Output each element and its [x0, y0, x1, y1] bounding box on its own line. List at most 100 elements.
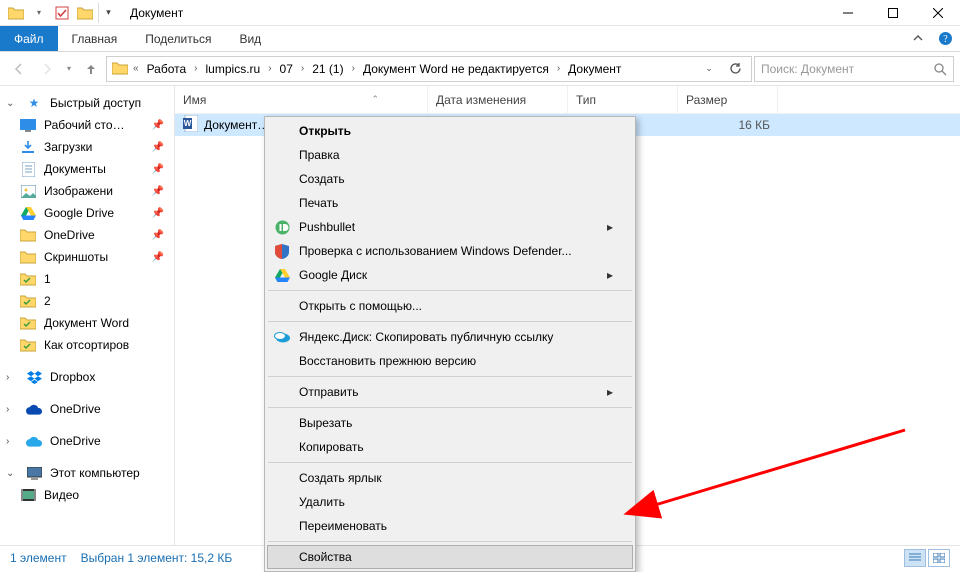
menu-open-with[interactable]: Открыть с помощью... — [267, 294, 633, 318]
svg-text:W: W — [184, 119, 192, 128]
pin-icon: 📌 — [152, 252, 164, 263]
menu-create[interactable]: Создать — [267, 167, 633, 191]
menu-defender[interactable]: Проверка с использованием Windows Defend… — [267, 239, 633, 263]
qat-overflow-icon[interactable]: ▾ — [98, 3, 118, 23]
breadcrumb[interactable]: lumpics.ru — [202, 57, 265, 81]
pc-icon — [26, 465, 42, 481]
sidebar-item-label: Видео — [44, 488, 79, 502]
chevron-right-icon[interactable]: › — [299, 63, 306, 74]
sidebar-item-screenshots[interactable]: Скриншоты📌 — [0, 246, 174, 268]
close-button[interactable] — [915, 0, 960, 26]
sidebar-dropbox[interactable]: ›Dropbox — [0, 366, 174, 388]
menu-separator — [268, 321, 632, 322]
word-doc-icon: W — [183, 115, 198, 135]
sidebar-item-label: Google Drive — [44, 206, 114, 220]
file-size-cell: 16 КБ — [678, 114, 778, 136]
view-thumbnails-button[interactable] — [928, 549, 950, 567]
menu-shortcut[interactable]: Создать ярлык — [267, 466, 633, 490]
menu-restore[interactable]: Восстановить прежнюю версию — [267, 349, 633, 373]
sidebar-item-pictures[interactable]: Изображени📌 — [0, 180, 174, 202]
pin-icon: 📌 — [152, 208, 164, 219]
ribbon-collapse-icon[interactable] — [906, 26, 930, 51]
column-headers: Имя⌃ Дата изменения Тип Размер — [175, 86, 960, 114]
menu-open[interactable]: Открыть — [267, 119, 633, 143]
menu-rename[interactable]: Переименовать — [267, 514, 633, 538]
properties-icon[interactable] — [52, 3, 72, 23]
folder-check-icon — [20, 315, 36, 331]
pin-icon: 📌 — [152, 142, 164, 153]
menu-pushbullet[interactable]: Pushbullet▸ — [267, 215, 633, 239]
history-dropdown[interactable]: ▾ — [62, 56, 76, 82]
nav-bar: ▾ « Работа› lumpics.ru› 07› 21 (1)› Доку… — [0, 52, 960, 86]
col-name[interactable]: Имя⌃ — [175, 86, 428, 113]
sidebar-quick-access[interactable]: ⌄ ★ Быстрый доступ — [0, 92, 174, 114]
help-icon[interactable]: ? — [930, 26, 960, 51]
tab-home[interactable]: Главная — [58, 26, 132, 51]
menu-delete[interactable]: Удалить — [267, 490, 633, 514]
search-input[interactable]: Поиск: Документ — [754, 56, 954, 82]
sidebar-item-documents[interactable]: Документы📌 — [0, 158, 174, 180]
forward-button[interactable] — [34, 56, 60, 82]
sidebar-item-label: Быстрый доступ — [50, 96, 141, 110]
ribbon-tabs: Файл Главная Поделиться Вид ? — [0, 26, 960, 52]
menu-copy[interactable]: Копировать — [267, 435, 633, 459]
sidebar-item-desktop[interactable]: Рабочий сто…📌 — [0, 114, 174, 136]
chevron-right-icon[interactable]: › — [266, 63, 273, 74]
pushbullet-icon — [273, 218, 291, 236]
star-icon: ★ — [26, 95, 42, 111]
tab-file[interactable]: Файл — [0, 26, 58, 51]
menu-print[interactable]: Печать — [267, 191, 633, 215]
menu-edit[interactable]: Правка — [267, 143, 633, 167]
col-date[interactable]: Дата изменения — [428, 86, 568, 113]
chevron-right-icon[interactable]: › — [350, 63, 357, 74]
qat-dropdown-icon[interactable]: ▾ — [29, 3, 49, 23]
tab-share[interactable]: Поделиться — [131, 26, 225, 51]
up-button[interactable] — [78, 56, 104, 82]
address-bar[interactable]: « Работа› lumpics.ru› 07› 21 (1)› Докуме… — [106, 56, 752, 82]
menu-cut[interactable]: Вырезать — [267, 411, 633, 435]
sidebar-item-folder[interactable]: 1 — [0, 268, 174, 290]
sidebar-onedrive[interactable]: ›OneDrive — [0, 398, 174, 420]
refresh-icon[interactable] — [723, 57, 747, 81]
sidebar-item-downloads[interactable]: Загрузки📌 — [0, 136, 174, 158]
sidebar-item-folder[interactable]: Документ Word — [0, 312, 174, 334]
menu-send-to[interactable]: Отправить▸ — [267, 380, 633, 404]
menu-label: Google Диск — [299, 268, 367, 282]
menu-separator — [268, 290, 632, 291]
menu-separator — [268, 376, 632, 377]
address-dropdown-icon[interactable]: ⌄ — [697, 57, 721, 81]
col-type[interactable]: Тип — [568, 86, 678, 113]
sidebar-onedrive[interactable]: ›OneDrive — [0, 430, 174, 452]
chevron-right-icon[interactable]: › — [555, 63, 562, 74]
folder-check-icon — [20, 271, 36, 287]
breadcrumb[interactable]: Документ — [564, 57, 625, 81]
pin-icon: 📌 — [152, 164, 164, 175]
quick-access-toolbar: ▾ ▾ — [0, 3, 118, 23]
sidebar-item-label: Рабочий сто… — [44, 118, 125, 132]
window-title: Документ — [130, 6, 183, 20]
breadcrumb[interactable]: 07 — [276, 57, 297, 81]
menu-gdrive[interactable]: Google Диск▸ — [267, 263, 633, 287]
folder-small-icon[interactable] — [75, 3, 95, 23]
sidebar-item-gdrive[interactable]: Google Drive 📌 — [0, 202, 174, 224]
back-button[interactable] — [6, 56, 32, 82]
sidebar-item-folder[interactable]: Как отсортиров — [0, 334, 174, 356]
minimize-button[interactable] — [825, 0, 870, 26]
breadcrumb[interactable]: Работа — [143, 57, 191, 81]
tab-view[interactable]: Вид — [225, 26, 275, 51]
context-menu: Открыть Правка Создать Печать Pushbullet… — [264, 116, 636, 572]
breadcrumb[interactable]: 21 (1) — [308, 57, 347, 81]
sidebar-item-label: 1 — [44, 272, 51, 286]
breadcrumb[interactable]: Документ Word не редактируется — [359, 57, 553, 81]
menu-yandex-disk[interactable]: Яндекс.Диск: Скопировать публичную ссылк… — [267, 325, 633, 349]
sidebar-this-pc[interactable]: ⌄Этот компьютер — [0, 462, 174, 484]
sidebar-item-onedrive-folder[interactable]: OneDrive📌 — [0, 224, 174, 246]
col-size[interactable]: Размер — [678, 86, 778, 113]
sidebar-item-folder[interactable]: 2 — [0, 290, 174, 312]
chevron-right-icon[interactable]: › — [192, 63, 199, 74]
view-details-button[interactable] — [904, 549, 926, 567]
maximize-button[interactable] — [870, 0, 915, 26]
chevron-right-icon: « — [131, 63, 141, 74]
sidebar-item-videos[interactable]: Видео — [0, 484, 174, 506]
menu-properties[interactable]: Свойства — [267, 545, 633, 569]
